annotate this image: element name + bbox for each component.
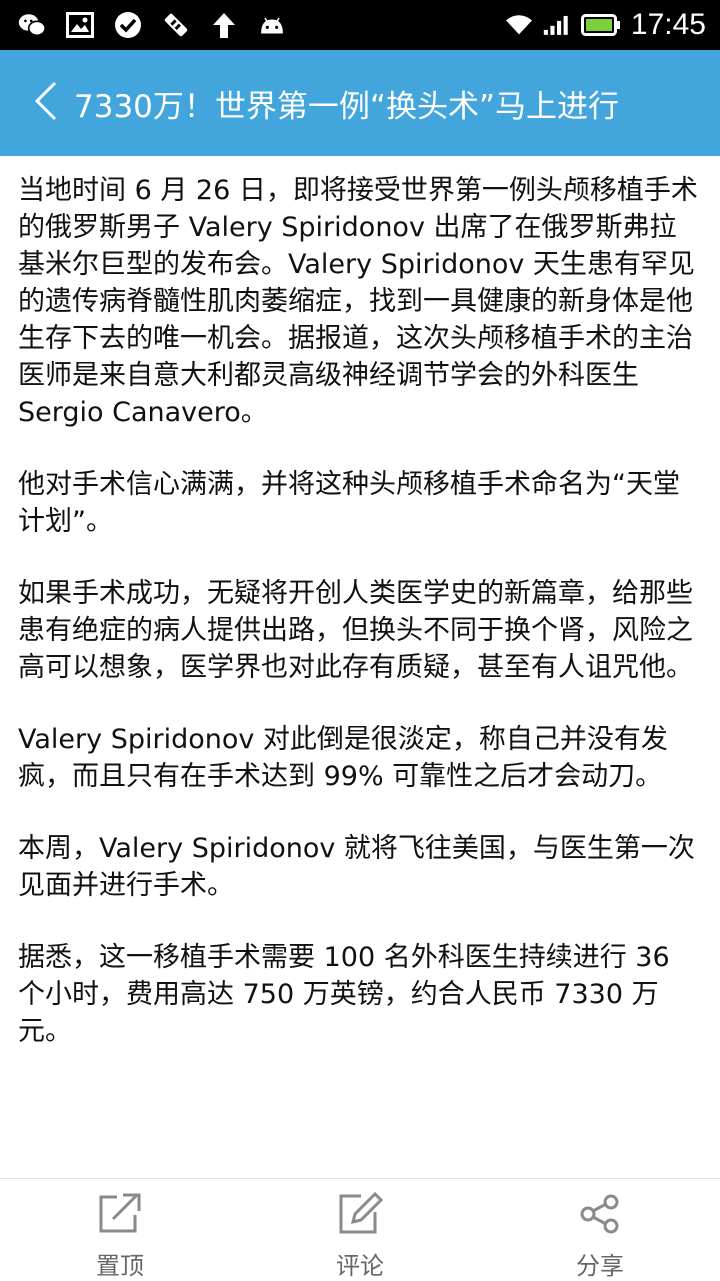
article-paragraph: 如果手术成功，无疑将开创人类医学史的新篇章，给那些患有绝症的病人提供出路，但换头… — [18, 578, 693, 683]
app-bar: 7330万！世界第一例“换头术”马上进行 — [0, 50, 720, 156]
share-button[interactable]: 分享 — [480, 1179, 720, 1281]
article-paragraph: 当地时间 6 月 26 日，即将接受世界第一例头颅移植手术的俄罗斯男子 Vale… — [18, 175, 698, 428]
signal-icon — [543, 11, 571, 39]
chevron-left-icon — [31, 79, 61, 127]
comment-edit-icon — [336, 1191, 384, 1236]
article-paragraph: 他对手术信心满满，并将这种头颅移植手术命名为“天堂计划”。 — [18, 469, 680, 537]
article-paragraph: Valery Spiridonov 对此倒是很淡定，称自己并没有发疯，而且只有在… — [18, 724, 668, 792]
share-icon — [576, 1191, 624, 1236]
upload-arrow-icon — [210, 11, 238, 39]
wifi-icon — [505, 11, 533, 39]
status-bar: 17:45 — [0, 0, 720, 50]
article-paragraph: 据悉，这一移植手术需要 100 名外科医生持续进行 36 个小时，费用高达 75… — [18, 942, 670, 1047]
comment-button[interactable]: 评论 — [240, 1179, 480, 1281]
check-circle-icon — [114, 11, 142, 39]
battery-icon — [580, 11, 621, 39]
pin-top-button[interactable]: 置顶 — [0, 1179, 240, 1281]
bottom-action-bar: 置顶 评论 分享 — [0, 1178, 720, 1281]
share-label: 分享 — [576, 1252, 624, 1280]
wechat-icon — [18, 11, 46, 39]
article-content[interactable]: 当地时间 6 月 26 日，即将接受世界第一例头颅移植手术的俄罗斯男子 Vale… — [0, 156, 720, 1178]
tool-icon — [162, 11, 190, 39]
page-title: 7330万！世界第一例“换头术”马上进行 — [74, 88, 620, 125]
back-button[interactable] — [18, 50, 74, 156]
android-icon — [258, 11, 286, 39]
pin-top-label: 置顶 — [96, 1252, 144, 1280]
comment-label: 评论 — [336, 1252, 384, 1280]
image-icon — [66, 11, 94, 39]
pin-top-icon — [96, 1191, 144, 1236]
article-paragraph: 本周，Valery Spiridonov 就将飞往美国，与医生第一次见面并进行手… — [18, 833, 695, 901]
status-time: 17:45 — [630, 8, 706, 41]
